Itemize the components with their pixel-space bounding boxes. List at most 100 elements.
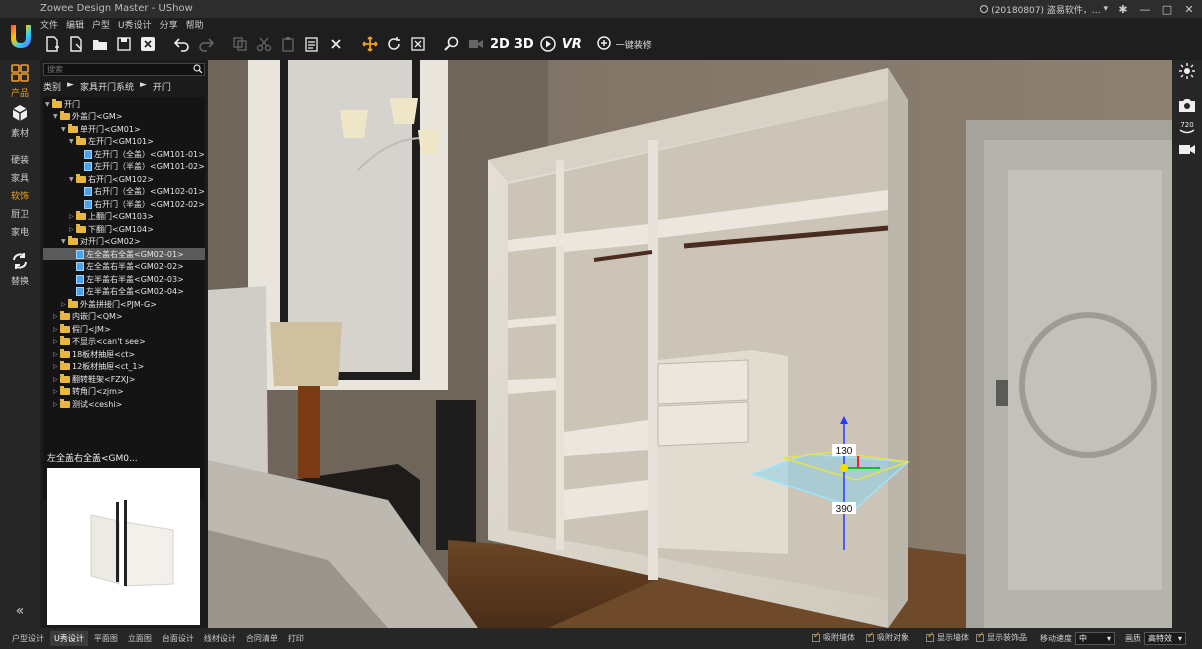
tree-node[interactable]: ▼ 右开门<GM102> [69,173,154,185]
caret-right-icon[interactable]: ▷ [69,226,75,233]
caret-down-icon[interactable]: ▼ [53,113,59,120]
tree-node[interactable]: ▷ 下翻门<GM104> [69,223,154,235]
undo-icon[interactable] [170,33,194,55]
caret-right-icon[interactable]: ▷ [53,401,59,408]
caret-right-icon[interactable]: ▷ [53,313,59,320]
product-tab[interactable]: 产品 [0,64,40,99]
camera-icon[interactable] [464,33,488,55]
caret-right-icon[interactable]: ▷ [69,213,75,220]
caret-down-icon[interactable]: ▼ [69,176,75,183]
delete-icon[interactable] [324,33,348,55]
category-soft[interactable]: 软饰 [0,189,40,202]
collapse-panel-button[interactable]: « [0,603,40,619]
caret-down-icon[interactable]: ▼ [45,101,51,108]
zoom-icon[interactable] [440,33,464,55]
tab-elevation[interactable]: 立面图 [124,631,156,646]
close-doc-icon[interactable] [136,33,160,55]
caret-right-icon[interactable]: ▷ [61,301,67,308]
one-click-icon[interactable] [592,33,616,55]
video-camera-icon[interactable] [1177,140,1197,158]
tree-node[interactable]: ▷ 内嵌门<QM> [53,311,123,323]
tree-node[interactable]: 右开门（半盖）<GM102-02> [77,198,205,210]
option-snap-wall[interactable]: 吸附墙体 [812,631,855,643]
caret-down-icon[interactable]: ▼ [61,238,67,245]
caret-right-icon[interactable]: ▷ [53,326,59,333]
tree-node[interactable]: 左开门（半盖）<GM101-02> [77,161,205,173]
tree-node[interactable]: 右开门（全盖）<GM102-01> [77,186,205,198]
user-menu[interactable]: (20180807) 盗易软件，... ▾ [980,3,1108,16]
option-show-wall[interactable]: 显示墙体 [926,631,969,643]
tree-node[interactable]: ▷ 测试<ceshi> [53,398,122,410]
category-furniture[interactable]: 家具 [0,171,40,184]
tree-node[interactable]: ▷ 18板材抽屉<ct> [53,348,135,360]
close-button[interactable]: ✕ [1182,3,1196,16]
tab-print[interactable]: 打印 [284,631,308,646]
tree-node[interactable]: 左开门（全盖）<GM101-01> [77,148,205,160]
3d-viewport[interactable]: 130 390 [208,60,1172,628]
checkbox[interactable] [976,631,985,642]
tree-node[interactable]: ▷ 上翻门<GM103> [69,211,154,223]
tree-node[interactable]: 左半盖右全盖<GM02-04> [69,286,184,298]
tab-contract-list[interactable]: 合同清单 [242,631,282,646]
sun-icon[interactable] [1177,62,1197,80]
cut-icon[interactable] [252,33,276,55]
copy-icon[interactable] [228,33,252,55]
caret-right-icon[interactable]: ▷ [53,388,59,395]
category-hard[interactable]: 硬装 [0,153,40,166]
menu-edit[interactable]: 编辑 [66,18,84,32]
checkbox[interactable] [812,631,821,642]
tree-node[interactable]: 左半盖右半盖<GM02-03> [69,273,184,285]
category-kitchen-bath[interactable]: 厨卫 [0,207,40,220]
minimize-button[interactable]: — [1138,3,1152,16]
category-appliance[interactable]: 家电 [0,225,40,238]
rotate-icon[interactable] [382,33,406,55]
menu-ushow[interactable]: U秀设计 [118,18,152,32]
tab-floorplan-design[interactable]: 户型设计 [8,631,48,646]
search-icon[interactable] [193,64,203,74]
screenshot-camera-icon[interactable] [1177,96,1197,114]
speed-select[interactable]: 中 ▾ [1075,632,1115,645]
caret-right-icon[interactable]: ▷ [53,351,59,358]
wardrobe-model[interactable] [488,68,908,628]
breadcrumb-level2[interactable]: 开门 [153,80,171,93]
tree-node[interactable]: ▼ 外盖门<GM> [53,111,123,123]
caret-down-icon[interactable]: ▼ [69,138,75,145]
tab-plan-view[interactable]: 平面图 [90,631,122,646]
search-input[interactable] [43,63,205,76]
maximize-button[interactable]: □ [1160,3,1174,16]
caret-right-icon[interactable]: ▷ [53,338,59,345]
menu-share[interactable]: 分享 [160,18,178,32]
caret-down-icon[interactable]: ▼ [61,126,67,133]
material-tab[interactable]: 素材 [0,104,40,139]
menu-help[interactable]: 帮助 [186,18,204,32]
new-file-icon[interactable] [40,33,64,55]
breadcrumb-root[interactable]: 类别 [43,80,61,93]
paste-icon[interactable] [276,33,300,55]
tree-node[interactable]: ▷ 翻转鞋架<FZXJ> [53,373,135,385]
menu-floorplan[interactable]: 户型 [92,18,110,32]
tab-line-design[interactable]: 线材设计 [200,631,240,646]
option-snap-object[interactable]: 吸附对象 [866,631,909,643]
caret-right-icon[interactable]: ▷ [53,376,59,383]
vr-button[interactable]: VR [560,37,584,52]
tree-node[interactable]: ▼ 开门 [45,98,80,110]
breadcrumb-level1[interactable]: 家具开门系统 [80,80,134,93]
tree-node[interactable]: ▼ 对开门<GM02> [61,236,141,248]
replace-tab[interactable]: 替换 [0,252,40,287]
tree-node[interactable]: 左全盖右半盖<GM02-02> [69,261,184,273]
tree-node[interactable]: ▷ 不显示<can't see> [53,336,146,348]
view-2d-button[interactable]: 2D [488,37,512,52]
one-click-decorate-label[interactable]: 一键装修 [616,38,652,51]
caret-right-icon[interactable]: ▷ [53,363,59,370]
tree-node[interactable]: ▷ 转角门<zjm> [53,386,124,398]
checkbox[interactable] [926,631,935,642]
tree-node[interactable]: 左全盖右全盖<GM02-01> [43,248,205,260]
panorama-720-icon[interactable]: 720 [1177,118,1197,136]
checkbox[interactable] [866,631,875,642]
tree-node[interactable]: ▼ 左开门<GM101> [69,136,154,148]
play-icon[interactable] [536,33,560,55]
view-3d-button[interactable]: 3D [512,37,536,52]
option-show-decor[interactable]: 显示装饰品 [976,631,1027,643]
scale-icon[interactable] [406,33,430,55]
tab-ushow-design[interactable]: U秀设计 [50,631,88,646]
